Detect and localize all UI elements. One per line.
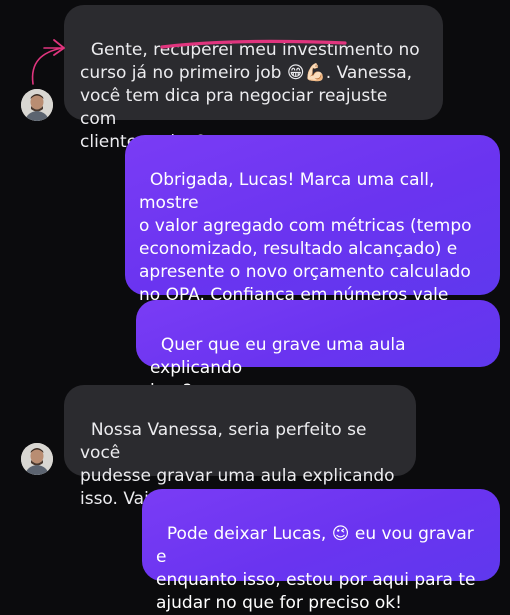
avatar-photo-icon [21,89,53,121]
incoming-message[interactable]: Nossa Vanessa, seria perfeito se você pu… [64,385,416,509]
message-text: Pode deixar Lucas, 😉 eu vou gravar e enq… [156,524,476,613]
avatar-photo-icon [21,443,53,475]
sender-avatar[interactable] [21,89,53,121]
outgoing-message[interactable]: Obrigada, Lucas! Marca uma call, mostre … [125,135,500,328]
outgoing-message[interactable]: Pode deixar Lucas, 😉 eu vou gravar e enq… [142,489,500,613]
incoming-message[interactable]: Gente, recuperei meu investimento no cur… [64,5,443,152]
outgoing-message[interactable]: Quer que eu grave uma aula explicando is… [136,300,500,401]
sender-avatar[interactable] [21,443,53,475]
